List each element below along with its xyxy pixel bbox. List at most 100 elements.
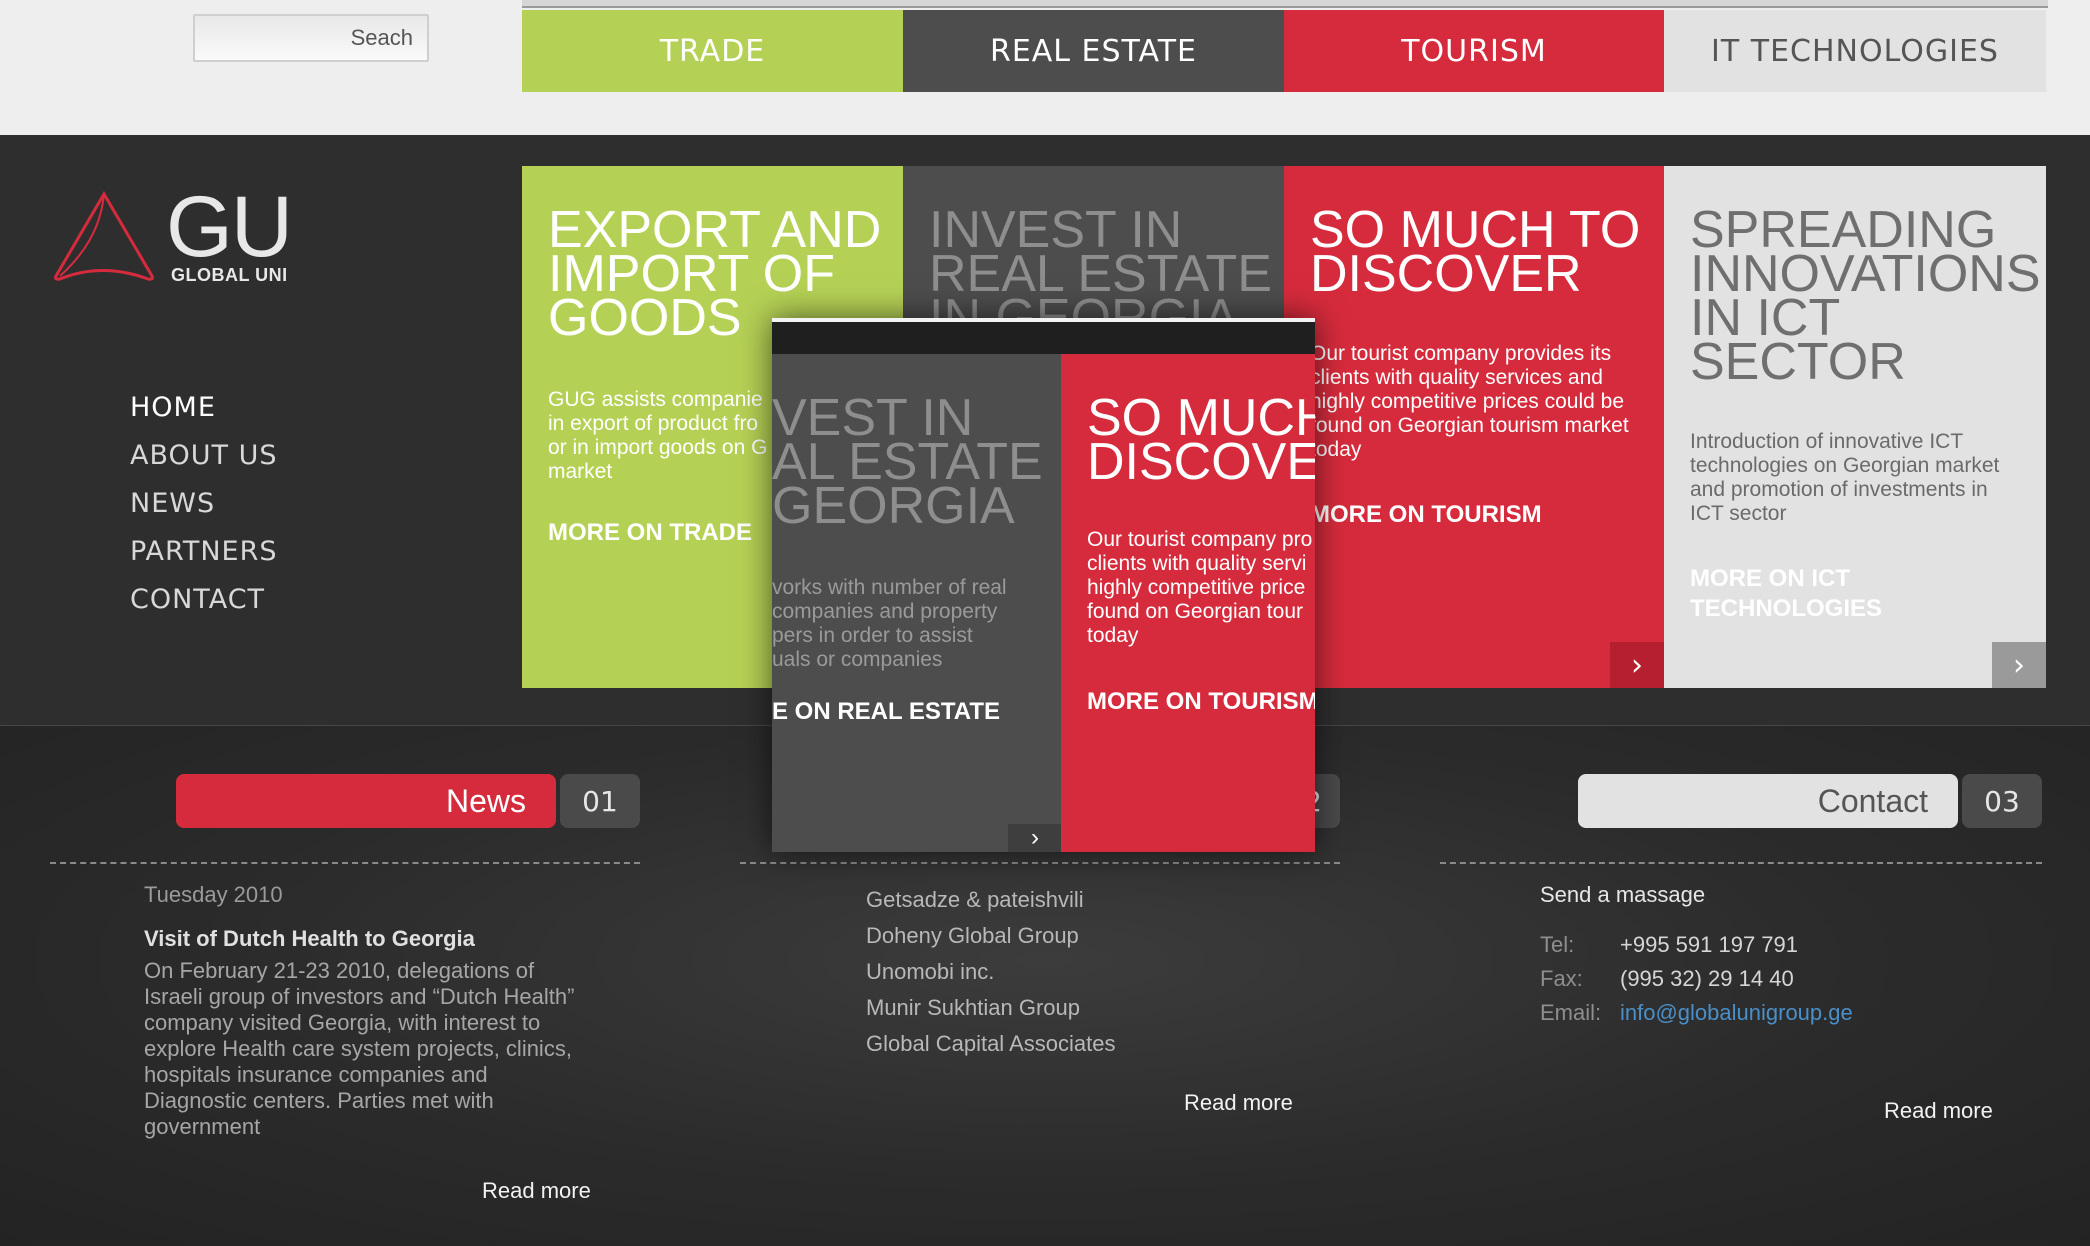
search-box[interactable] [193, 14, 429, 62]
text-line: pers in order to assist [772, 624, 973, 647]
contact-number: 03 [1962, 774, 2042, 828]
overlay-real-estate-heading: VEST IN AL ESTATE GEORGIA [772, 392, 1043, 532]
news-line: explore Health care system projects, cli… [144, 1036, 572, 1061]
news-line: hospitals insurance companies and [144, 1062, 488, 1087]
news-headline[interactable]: Visit of Dutch Health to Georgia [144, 926, 475, 952]
chevron-right-icon[interactable]: › [1008, 824, 1061, 852]
tab-trade[interactable]: TRADE [522, 10, 903, 92]
text-line: technologies on Georgian market [1690, 454, 2000, 477]
text-line: highly competitive price [1087, 576, 1306, 599]
text-line: highly competitive prices could be [1310, 390, 1624, 413]
panel-ict-text: Introduction of innovative ICT technolog… [1690, 430, 1999, 526]
tab-it-label: IT TECHNOLOGIES [1711, 33, 1999, 69]
overlay-real-estate-text: vorks with number of real companies and … [772, 576, 1007, 672]
contact-read-more-link[interactable]: Read more [1884, 1098, 1993, 1124]
tab-trade-label: TRADE [659, 33, 766, 69]
news-line: On February 21-23 2010, delegations of [144, 958, 535, 983]
partners-list: Getsadze & pateishvili Doheny Global Gro… [866, 882, 1115, 1062]
logo-name: GLOBAL UNI [171, 265, 288, 285]
contact-email-link[interactable]: info@globalunigroup.ge [1620, 1000, 1853, 1026]
logo-mark[interactable]: GU [166, 178, 293, 277]
more-on-real-estate-link[interactable]: E ON REAL ESTATE [772, 698, 1000, 726]
text-line: or in import goods on G [548, 436, 768, 459]
more-on-tourism-link[interactable]: MORE ON TOURISM [1310, 500, 1542, 530]
chevron-right-icon[interactable]: › [1610, 642, 1664, 688]
tab-tourism-label: TOURISM [1401, 33, 1547, 69]
contact-title: Contact [1578, 774, 1958, 828]
heading-line: DISCOVE [1087, 433, 1315, 491]
contact-fax-label: Fax: [1540, 966, 1583, 991]
text-line: market [548, 460, 613, 483]
contact-tel: +995 591 197 791 [1620, 932, 1799, 957]
contact-divider [1440, 862, 2042, 864]
text-line: today [1087, 624, 1139, 647]
more-line: MORE ON ICT [1690, 565, 1850, 592]
news-line: Israeli group of investors and “Dutch He… [144, 984, 575, 1009]
nav-contact[interactable]: CONTACT [130, 584, 265, 615]
nav-news[interactable]: NEWS [130, 488, 215, 519]
overlay-real-estate: VEST IN AL ESTATE GEORGIA vorks with num… [772, 354, 1061, 852]
logo-triangle-icon[interactable] [52, 190, 158, 284]
slider-overlay: VEST IN AL ESTATE GEORGIA vorks with num… [772, 318, 1315, 852]
overlay-tourism: SO MUCH DISCOVE Our tourist company pro … [1061, 354, 1315, 852]
news-line: company visited Georgia, with interest t… [144, 1010, 541, 1035]
partner-item[interactable]: Getsadze & pateishvili [866, 882, 1115, 918]
text-line: companies and property [772, 600, 998, 623]
contact-tel-label: Tel: [1540, 932, 1575, 957]
contact-send-message[interactable]: Send a massage [1540, 882, 1705, 908]
tab-real-estate[interactable]: REAL ESTATE [903, 10, 1284, 92]
panel-ict: SPREADING INNOVATIONS IN ICT SECTOR Intr… [1664, 166, 2046, 688]
news-number: 01 [560, 774, 640, 828]
search-input[interactable] [195, 16, 427, 60]
more-on-ict-link[interactable]: MORE ON ICT TECHNOLOGIES [1690, 564, 1882, 624]
news-read-more-link[interactable]: Read more [482, 1178, 591, 1204]
panel-tourism-heading: SO MUCH TO DISCOVER [1310, 204, 1640, 300]
more-line: TECHNOLOGIES [1690, 595, 1883, 622]
more-on-trade-link[interactable]: MORE ON TRADE [548, 518, 752, 548]
overlay-tourism-text: Our tourist company pro clients with qua… [1087, 528, 1312, 648]
news-title: News [176, 774, 556, 828]
text-line: Our tourist company pro [1087, 528, 1313, 551]
text-line: clients with quality servi [1087, 552, 1307, 575]
partner-item[interactable]: Doheny Global Group [866, 918, 1115, 954]
text-line: Our tourist company provides its [1310, 342, 1612, 365]
text-line: found on Georgian tour [1087, 600, 1303, 623]
text-line: and promotion of investments in [1690, 478, 1988, 501]
text-line: in export of product fro [548, 412, 759, 435]
text-line: vorks with number of real [772, 576, 1007, 599]
contact-email-label: Email: [1540, 1000, 1602, 1025]
partner-item[interactable]: Global Capital Associates [866, 1026, 1115, 1062]
text-line: clients with quality services and [1310, 366, 1603, 389]
text-line: Introduction of innovative ICT [1690, 430, 1964, 453]
panel-trade-text: GUG assists companie in export of produc… [548, 388, 767, 484]
news-body: On February 21-23 2010, delegations of I… [144, 958, 574, 1140]
nav-about-us[interactable]: ABOUT US [130, 440, 278, 471]
nav-partners[interactable]: PARTNERS [130, 536, 277, 567]
chevron-right-icon[interactable]: › [1992, 642, 2046, 688]
overlay-more-on-tourism-link[interactable]: MORE ON TOURISM [1087, 688, 1315, 716]
overlay-top-strip [772, 318, 1315, 322]
partner-item[interactable]: Munir Sukhtian Group [866, 990, 1115, 1026]
text-line: uals or companies [772, 648, 943, 671]
overlay-tourism-heading: SO MUCH DISCOVE [1087, 392, 1315, 491]
news-line: Diagnostic centers. Parties met with [144, 1088, 494, 1113]
partners-read-more-link[interactable]: Read more [1184, 1090, 1293, 1116]
tab-it-technologies[interactable]: IT TECHNOLOGIES [1664, 10, 2046, 92]
panel-tourism: SO MUCH TO DISCOVER Our tourist company … [1284, 166, 1664, 688]
tab-tourism[interactable]: TOURISM [1284, 10, 1664, 92]
text-line: today [1310, 438, 1362, 461]
partners-divider [740, 862, 1340, 864]
contact-fax: (995 32) 29 14 40 [1620, 966, 1794, 991]
text-line: ICT sector [1690, 502, 1787, 525]
news-line: government [144, 1114, 261, 1139]
nav-home[interactable]: HOME [130, 392, 216, 423]
news-divider [50, 862, 640, 864]
heading-line: SECTOR [1690, 333, 1906, 391]
tab-real-estate-label: REAL ESTATE [989, 33, 1198, 69]
text-line: GUG assists companie [548, 388, 763, 411]
panel-tourism-text: Our tourist company provides its clients… [1310, 342, 1629, 462]
text-line: found on Georgian tourism market [1310, 414, 1629, 437]
news-date: Tuesday 2010 [144, 882, 283, 907]
partner-item[interactable]: Unomobi inc. [866, 954, 1115, 990]
tabs-top-line [522, 0, 2048, 8]
